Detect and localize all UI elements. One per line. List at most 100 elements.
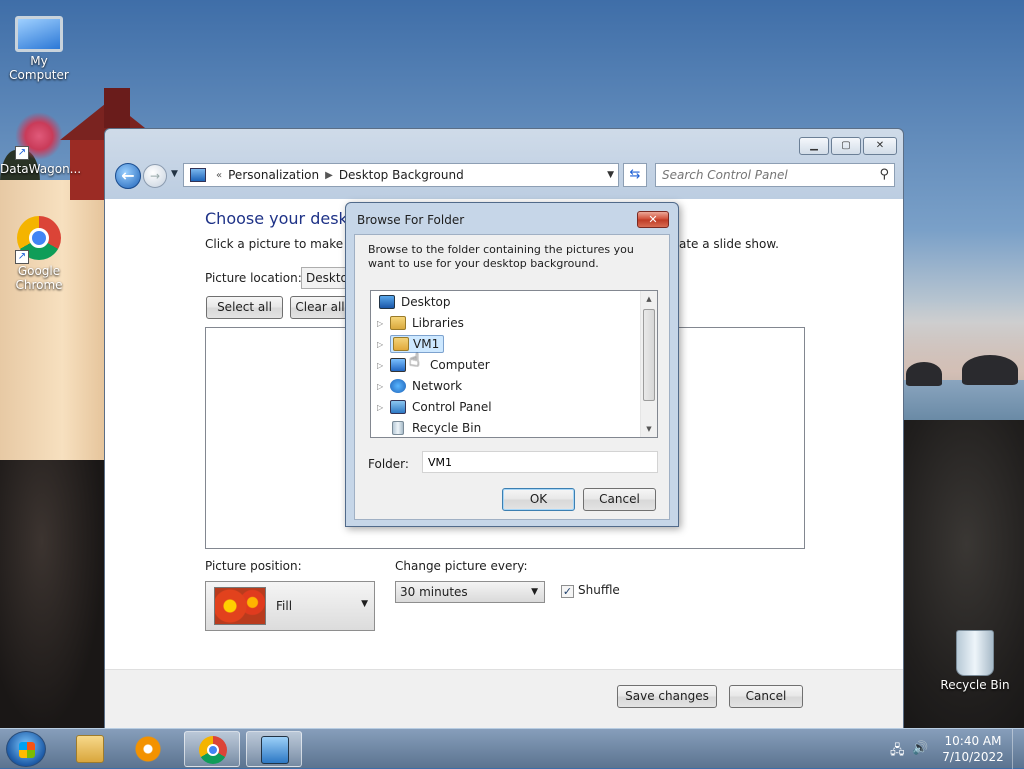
picture-location-label: Picture location:: [205, 271, 302, 285]
taskbar-explorer[interactable]: [62, 731, 118, 767]
scroll-thumb[interactable]: [643, 309, 655, 401]
tree-item-label: Computer: [430, 358, 490, 372]
picture-position-value: Fill: [276, 599, 293, 613]
shuffle-label[interactable]: Shuffle: [578, 583, 620, 597]
maximize-button[interactable]: ▢: [831, 137, 861, 155]
browse-for-folder-dialog: Browse For Folder ✕ Browse to the folder…: [345, 202, 679, 527]
tree-scrollbar[interactable]: ▲ ▼: [640, 291, 657, 437]
windows-explorer-icon: [76, 735, 104, 763]
ok-button[interactable]: OK: [502, 488, 575, 511]
windows-logo-icon: [19, 742, 35, 758]
desktop-icon-label: Google Chrome: [15, 264, 63, 292]
wallpaper-ground: [0, 460, 104, 730]
dialog-description: Browse to the folder containing the pict…: [368, 243, 634, 270]
recent-pages-dropdown[interactable]: ▼: [171, 169, 178, 179]
tree-item-control-panel[interactable]: ▷ Control Panel: [377, 397, 492, 417]
tree-item-label: Recycle Bin: [412, 421, 482, 435]
cancel-button[interactable]: Cancel: [729, 685, 803, 708]
expand-arrow-icon[interactable]: ▷: [377, 382, 387, 391]
chevron-down-icon: ▼: [531, 587, 538, 597]
search-box[interactable]: ⚲: [655, 163, 895, 187]
control-panel-icon: [190, 168, 206, 182]
taskbar-media-player[interactable]: [120, 731, 176, 767]
page-description-end: ate a slide show.: [679, 237, 779, 251]
forward-button[interactable]: →: [143, 164, 167, 188]
chrome-icon: [199, 736, 227, 764]
save-changes-button[interactable]: Save changes: [617, 685, 717, 708]
minimize-button[interactable]: ▁: [799, 137, 829, 155]
shortcut-arrow-icon: ↗: [15, 146, 29, 160]
recycle-bin-icon: [392, 421, 404, 435]
shuffle-checkbox[interactable]: ✓: [561, 585, 574, 598]
taskbar-chrome[interactable]: [184, 731, 240, 767]
desktop-icon-recycle-bin[interactable]: Recycle Bin: [936, 630, 1014, 692]
recycle-bin-icon: [956, 630, 994, 676]
dialog-body: Browse to the folder containing the pict…: [354, 234, 670, 520]
breadcrumb-separator[interactable]: ▶: [325, 170, 333, 181]
folder-label: Folder:: [368, 457, 409, 471]
expand-arrow-icon[interactable]: ▷: [377, 319, 387, 328]
show-desktop-button[interactable]: [1012, 729, 1024, 769]
breadcrumb-desktop-background[interactable]: Desktop Background: [339, 168, 464, 182]
clear-all-button[interactable]: Clear all: [290, 296, 350, 319]
window-controls: ▁ ▢ ✕: [799, 137, 897, 155]
expand-arrow-icon[interactable]: ▷: [377, 361, 387, 370]
close-button[interactable]: ✕: [863, 137, 897, 155]
volume-tray-icon[interactable]: 🔊: [912, 741, 928, 756]
desktop-icon-label: My Computer: [9, 54, 69, 82]
tree-item-label: Libraries: [412, 316, 464, 330]
wallpaper-island: [906, 362, 942, 386]
taskbar: 🖧 🔊 10:40 AM 7/10/2022: [0, 728, 1024, 769]
desktop-icon-datawagon[interactable]: ↗ DataWagon...: [0, 112, 82, 176]
shortcut-arrow-icon: ↗: [15, 250, 29, 264]
tree-item-label: Desktop: [401, 295, 451, 309]
dialog-close-button[interactable]: ✕: [637, 211, 669, 228]
expand-arrow-icon[interactable]: ▷: [377, 340, 387, 349]
tree-item-desktop[interactable]: Desktop: [379, 292, 451, 312]
chevron-down-icon: ▼: [361, 599, 368, 609]
scroll-down-arrow-icon[interactable]: ▼: [641, 421, 657, 437]
control-panel-icon: [390, 400, 406, 414]
desktop-icon-my-computer[interactable]: My Computer: [0, 8, 78, 82]
folder-input[interactable]: [422, 451, 658, 473]
tree-item-computer[interactable]: ▷ Computer: [377, 355, 490, 375]
datawagon-icon: ↗: [15, 112, 63, 160]
address-dropdown-icon[interactable]: ▼: [607, 170, 614, 180]
picture-position-label: Picture position:: [205, 559, 302, 573]
clock-date: 7/10/2022: [942, 750, 1004, 764]
back-button[interactable]: ←: [115, 163, 141, 189]
desktop-icon-google-chrome[interactable]: ↗ Google Chrome: [0, 216, 78, 292]
picture-position-thumbnail: [214, 587, 266, 625]
start-button[interactable]: [6, 731, 46, 767]
hand-cursor-icon: ☝: [409, 350, 420, 371]
dialog-cancel-button[interactable]: Cancel: [583, 488, 656, 511]
tree-item-libraries[interactable]: ▷ Libraries: [377, 313, 464, 333]
expand-arrow-icon[interactable]: ▷: [377, 403, 387, 412]
desktop-icon: [379, 295, 395, 309]
tree-item-label: Network: [412, 379, 463, 393]
footer-area: Save changes Cancel: [105, 670, 903, 729]
search-icon[interactable]: ⚲: [879, 167, 889, 182]
user-folder-icon: [393, 337, 409, 351]
control-panel-icon: [261, 736, 289, 764]
taskbar-control-panel[interactable]: [246, 731, 302, 767]
change-picture-label: Change picture every:: [395, 559, 528, 573]
change-picture-select[interactable]: 30 minutes ▼: [395, 581, 545, 603]
desktop-icon-label: DataWagon...: [0, 162, 82, 176]
picture-position-select[interactable]: Fill ▼: [205, 581, 375, 631]
system-clock[interactable]: 10:40 AM 7/10/2022: [930, 733, 1016, 765]
breadcrumb-personalization[interactable]: Personalization: [228, 168, 319, 182]
page-description: Click a picture to make it y: [205, 237, 366, 251]
select-all-button[interactable]: Select all: [206, 296, 283, 319]
change-picture-value: 30 minutes: [400, 585, 468, 599]
tree-item-recycle-bin[interactable]: Recycle Bin: [390, 418, 482, 437]
network-tray-icon[interactable]: 🖧: [890, 741, 905, 763]
refresh-button[interactable]: ⇆: [623, 163, 647, 187]
search-input[interactable]: [656, 164, 866, 186]
address-bar[interactable]: « Personalization ▶ Desktop Background ▼: [183, 163, 619, 187]
computer-icon: [390, 358, 406, 372]
scroll-up-arrow-icon[interactable]: ▲: [641, 291, 657, 307]
breadcrumb-separator: «: [216, 169, 223, 181]
tree-item-network[interactable]: ▷ Network: [377, 376, 462, 396]
network-icon: [390, 379, 406, 393]
